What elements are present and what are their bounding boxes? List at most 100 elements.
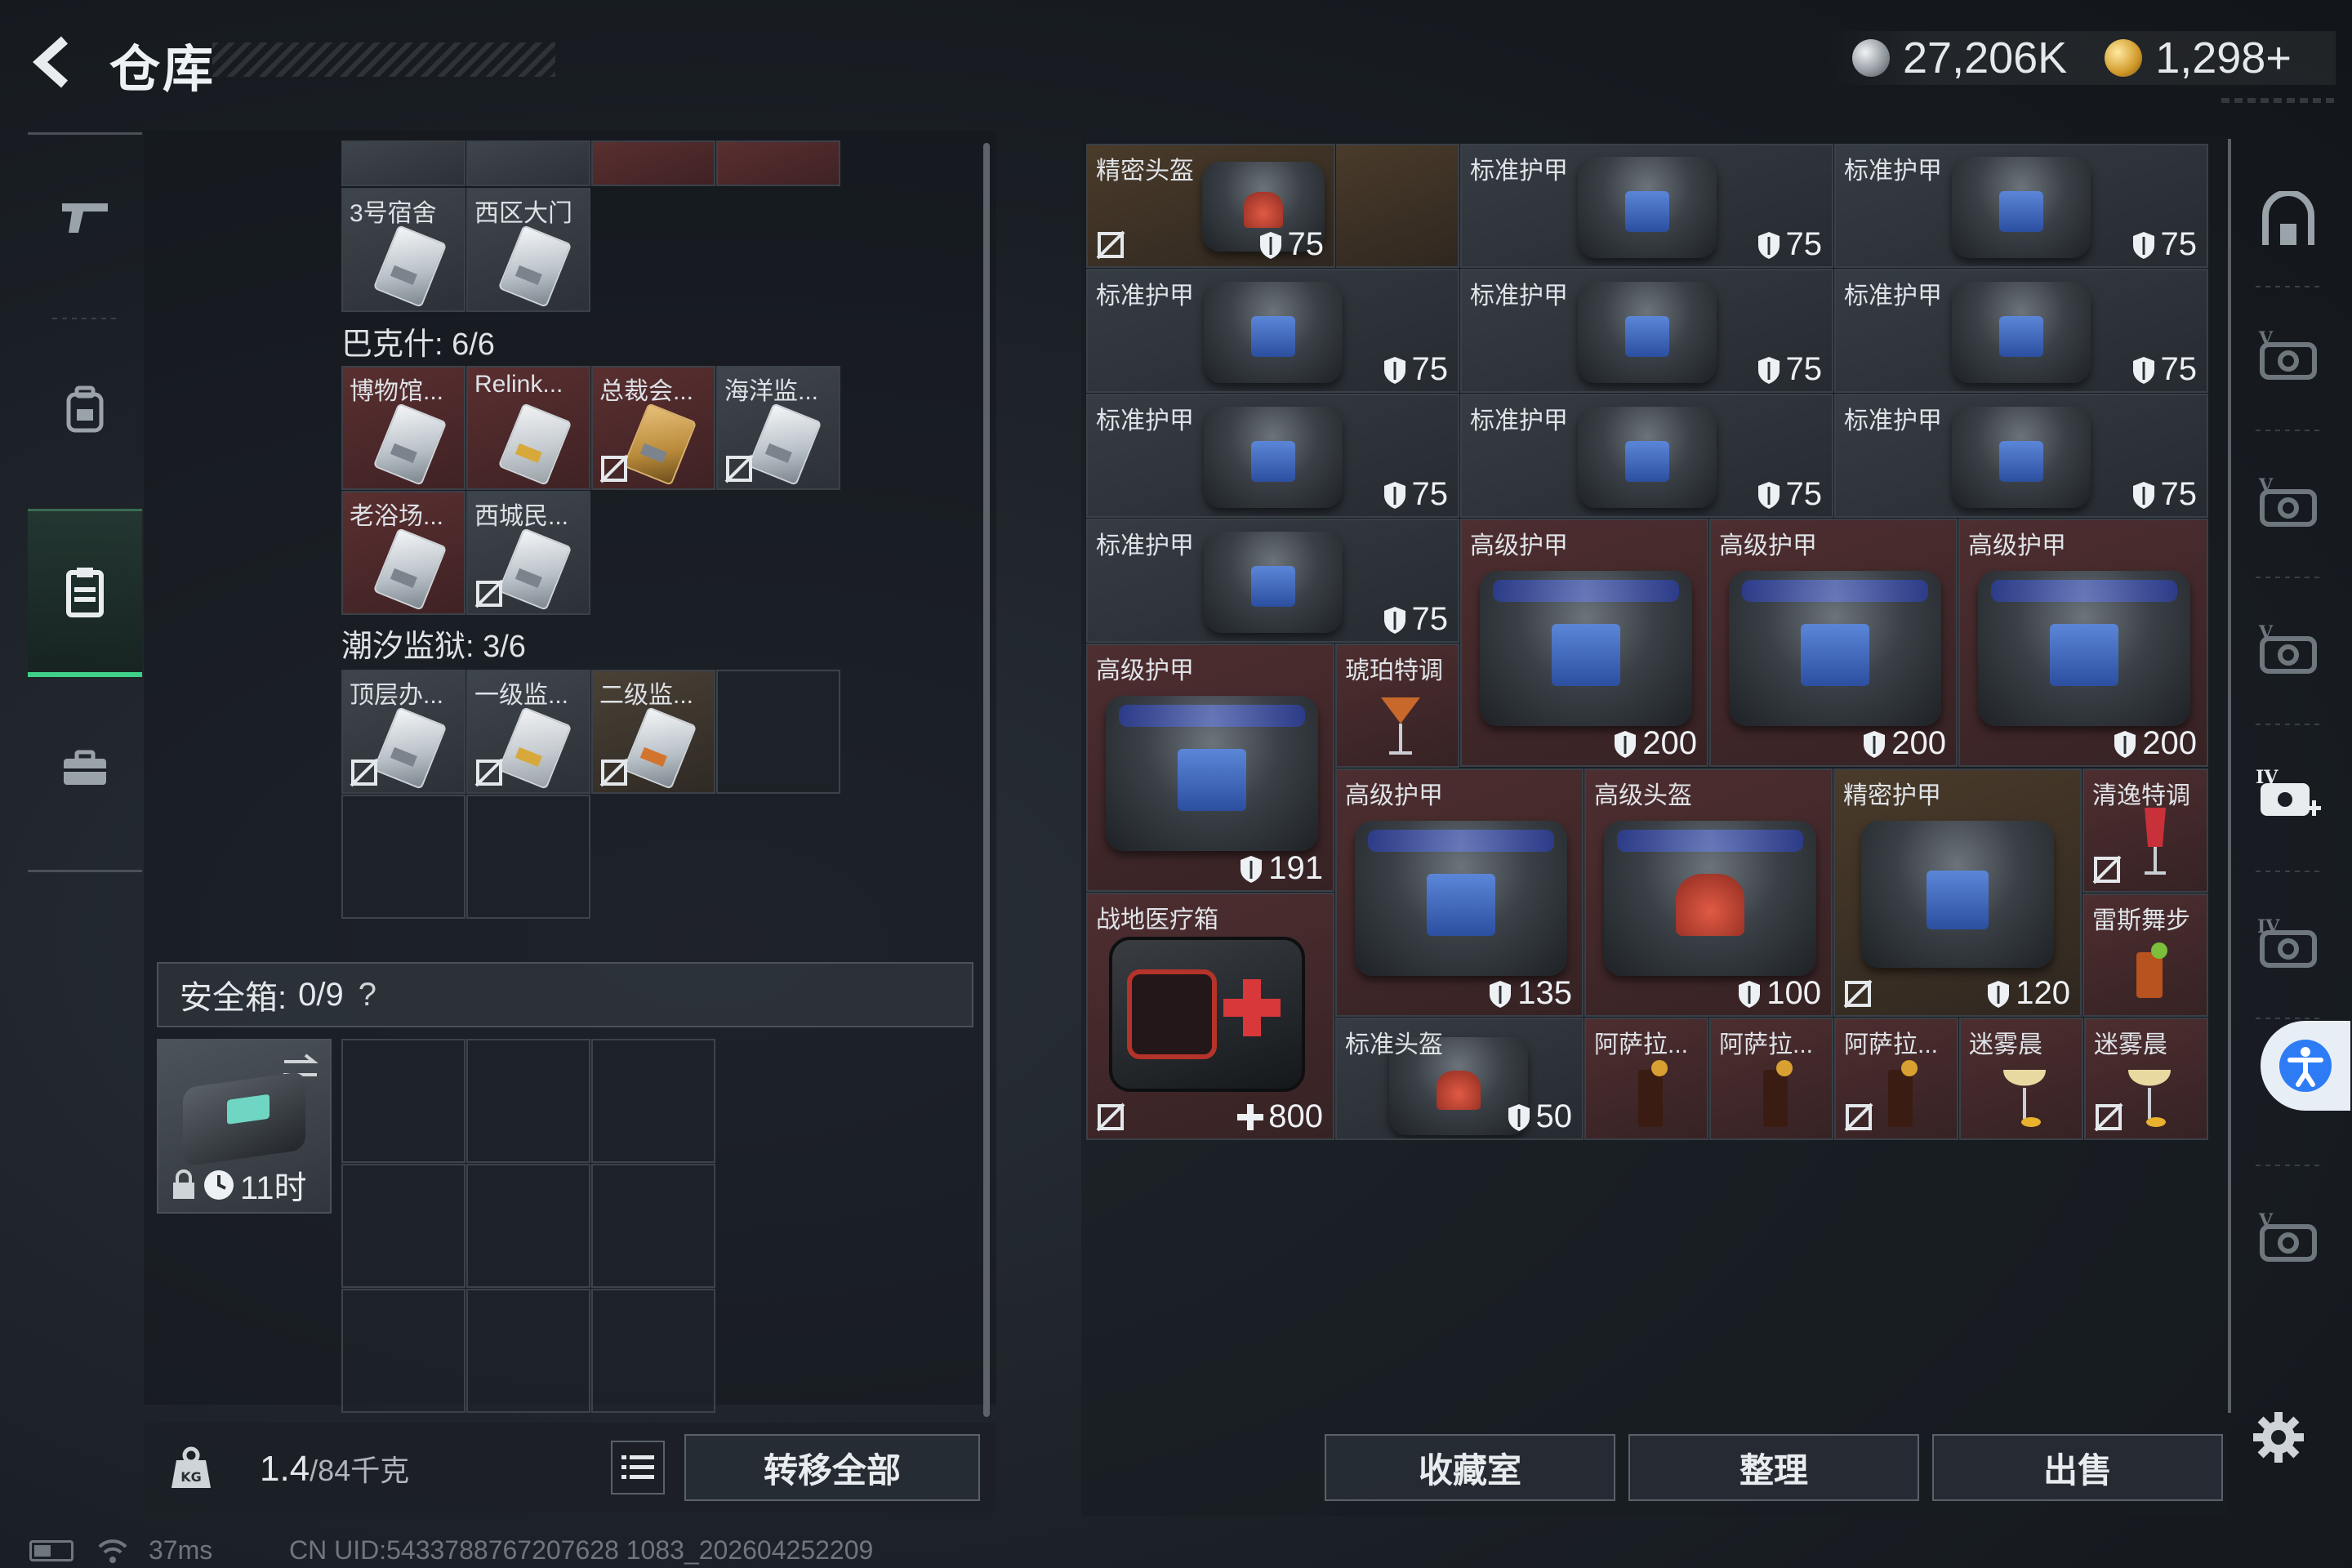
armor-icon xyxy=(1480,571,1692,726)
stash-item[interactable]: 标准护甲 75 xyxy=(1460,144,1833,268)
equipment-tab[interactable] xyxy=(28,336,142,483)
stash-item[interactable]: 清逸特调 xyxy=(2082,768,2208,893)
empty-slot[interactable] xyxy=(466,795,590,919)
keycard-slot[interactable] xyxy=(591,140,715,186)
stash-item[interactable]: 标准头盔 50 xyxy=(1335,1018,1584,1140)
stash-tab-5c[interactable]: V xyxy=(2247,609,2329,691)
stash-item[interactable]: 标准护甲 75 xyxy=(1086,519,1459,643)
stash-item[interactable]: 雷斯舞步 xyxy=(2082,893,2208,1017)
heal-value: 800 xyxy=(1268,1098,1323,1134)
keycard-item[interactable]: 海洋监... xyxy=(716,366,840,490)
keycard-item[interactable]: 老浴场... xyxy=(341,491,466,615)
accessibility-button[interactable] xyxy=(2261,1021,2350,1111)
safebox-slot[interactable] xyxy=(341,1289,466,1413)
keycard-item[interactable]: 博物馆... xyxy=(341,366,466,490)
durability-value: 191 xyxy=(1268,850,1323,886)
stash-item[interactable]: 标准护甲 75 xyxy=(1834,144,2208,268)
keycard-item[interactable]: 顶层办... xyxy=(341,670,466,794)
currency-display[interactable]: 27,206K 1,298+ xyxy=(1826,31,2336,85)
keycard-slot[interactable] xyxy=(716,140,840,186)
stash-tab-5[interactable]: V xyxy=(2247,315,2329,397)
stash-item[interactable]: 阿萨拉... xyxy=(1584,1018,1708,1140)
safebox-slot[interactable] xyxy=(591,1039,715,1163)
stash-item[interactable]: 标准护甲 75 xyxy=(1834,394,2208,518)
weapons-tab[interactable] xyxy=(28,143,142,290)
weight-current: 1.4 xyxy=(260,1449,310,1489)
back-button[interactable] xyxy=(24,29,82,95)
stash-item[interactable]: 高级头盔 100 xyxy=(1584,768,1833,1017)
stash-item[interactable]: 阿萨拉... xyxy=(1709,1018,1833,1140)
stash-item[interactable]: 高级护甲 191 xyxy=(1086,644,1334,892)
stash-item[interactable]: 琥珀特调 xyxy=(1335,644,1459,768)
no-bind-icon xyxy=(350,758,379,787)
inventory-scrollbar[interactable] xyxy=(983,143,990,1417)
empty-slot[interactable] xyxy=(341,795,466,919)
stash-item[interactable]: 战地医疗箱 800 xyxy=(1086,893,1334,1140)
stash-item[interactable]: 标准护甲 75 xyxy=(1086,394,1459,518)
safebox-slot[interactable] xyxy=(466,1289,590,1413)
stash-item[interactable]: 精密头盔 75 xyxy=(1086,144,1335,268)
settings-button[interactable] xyxy=(2246,1405,2311,1470)
keycards-tab[interactable] xyxy=(28,509,142,677)
transfer-all-button[interactable]: 转移全部 xyxy=(684,1434,980,1501)
keycard-item[interactable]: 一级监... xyxy=(466,670,590,794)
item-label: 标准护甲 xyxy=(1470,283,1568,310)
keycard-slot[interactable] xyxy=(341,140,466,186)
keycard-label: 老浴场... xyxy=(350,503,444,530)
safebox-slot[interactable] xyxy=(591,1289,715,1413)
stash-page-icon: V xyxy=(2258,330,2317,380)
stash-item[interactable]: 标准护甲 75 xyxy=(1460,269,1833,393)
toolbox-tab[interactable] xyxy=(28,695,142,842)
list-view-button[interactable] xyxy=(611,1441,665,1494)
durability: 50 xyxy=(1507,1098,1572,1135)
safebox-help-button[interactable]: ? xyxy=(359,977,376,1013)
stash-item[interactable]: 精密护甲 120 xyxy=(1833,768,2082,1017)
keycard-icon xyxy=(372,403,448,486)
item-label: 标准护甲 xyxy=(1096,283,1194,310)
stash-item[interactable]: 高级护甲 200 xyxy=(1958,519,2208,767)
stash-home-tab[interactable] xyxy=(2247,180,2329,261)
keycard-item[interactable]: 总裁会... xyxy=(591,366,715,490)
stash-item[interactable]: 标准护甲 75 xyxy=(1086,269,1459,393)
durability: 75 xyxy=(2132,476,2197,513)
stash-tab-4[interactable]: IV xyxy=(2247,903,2329,985)
stash-tab-5d[interactable]: V xyxy=(2247,1197,2329,1279)
safebox-slot[interactable] xyxy=(341,1164,466,1288)
safebox-slot[interactable] xyxy=(466,1039,590,1163)
stash-item[interactable]: 标准护甲 75 xyxy=(1460,394,1833,518)
sell-button[interactable]: 出售 xyxy=(1932,1434,2223,1501)
stash-item[interactable]: 高级护甲 200 xyxy=(1460,519,1708,767)
safebox-slot[interactable] xyxy=(591,1164,715,1288)
keycard-item[interactable]: 3号宿舍 xyxy=(341,188,466,312)
collection-room-button[interactable]: 收藏室 xyxy=(1325,1434,1615,1501)
safebox-header: 安全箱: 0/9 ? xyxy=(157,962,973,1027)
keycard-icon xyxy=(622,706,697,790)
keycard-item[interactable]: 西城民... xyxy=(466,491,590,615)
stash-item[interactable]: 迷雾晨 xyxy=(1959,1018,2083,1140)
item-label: 标准护甲 xyxy=(1470,408,1568,434)
stash-tab-5b[interactable]: V xyxy=(2247,462,2329,544)
organize-button[interactable]: 整理 xyxy=(1628,1434,1919,1501)
stash-tab-4-add[interactable]: IV xyxy=(2247,756,2329,838)
keycard-item[interactable]: Relink... xyxy=(466,366,590,490)
item-label: 高级头盔 xyxy=(1594,782,1692,809)
rail-divider xyxy=(2256,286,2321,287)
stash-item[interactable]: 标准护甲 75 xyxy=(1834,269,2208,393)
safebox-slot[interactable] xyxy=(341,1039,466,1163)
shield-icon xyxy=(1757,481,1780,509)
durability: 75 xyxy=(1258,226,1324,263)
durability: 200 xyxy=(1613,725,1697,762)
safebox-slot[interactable] xyxy=(466,1164,590,1288)
stash-item[interactable]: 迷雾晨 xyxy=(2084,1018,2208,1140)
empty-slot[interactable] xyxy=(716,670,840,794)
stash-item[interactable]: 高级护甲 135 xyxy=(1335,768,1584,1017)
armor-icon xyxy=(1578,407,1717,508)
stash-item[interactable]: 阿萨拉... xyxy=(1834,1018,1958,1140)
stash-item[interactable]: 高级护甲 200 xyxy=(1709,519,1958,767)
keycard-item[interactable]: 西区大门 xyxy=(466,188,590,312)
item-label: 高级护甲 xyxy=(1719,532,1817,559)
keycard-slot[interactable] xyxy=(466,140,590,186)
keycard-item[interactable]: 二级监... xyxy=(591,670,715,794)
safebox-container[interactable]: 11时 xyxy=(157,1039,332,1214)
safebox-label: 安全箱: xyxy=(180,980,287,1016)
